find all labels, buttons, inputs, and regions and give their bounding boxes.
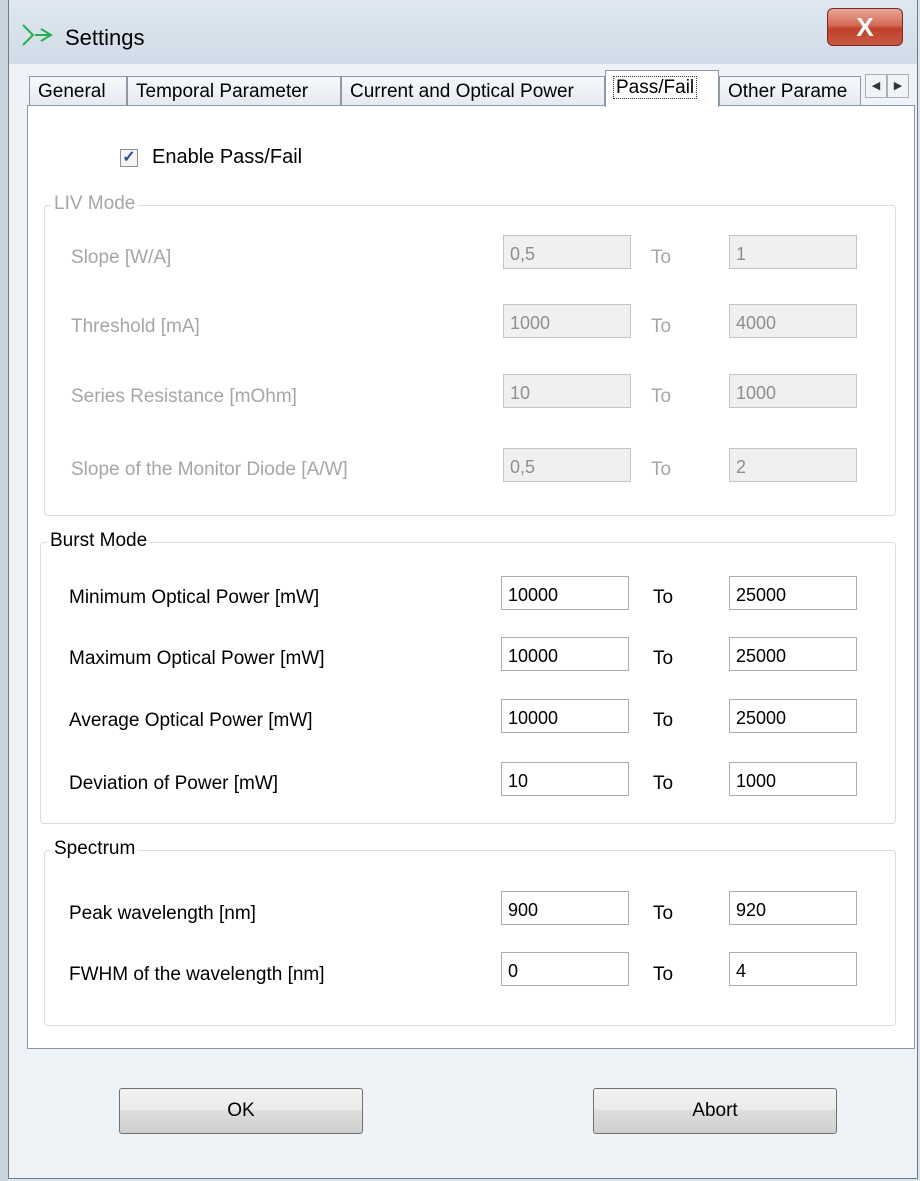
window-title: Settings [65,25,145,50]
enable-pass-fail-checkbox[interactable]: ✓ [120,149,138,167]
power-deviation-label: Deviation of Power [mW] [69,773,279,794]
power-deviation-to-input[interactable] [729,762,857,796]
spectrum-group: Spectrum Peak wavelength [nm] To FWHM of… [44,838,896,1026]
burst-mode-title: Burst Mode [47,530,151,552]
tab-pass-fail[interactable]: Pass/Fail [605,70,719,107]
settings-dialog: Settings X General Temporal Parameter Cu… [8,0,918,1179]
tab-label: General [38,81,106,102]
slope-label: Slope [W/A] [71,247,172,268]
tab-current-optical-power[interactable]: Current and Optical Power [341,76,605,106]
to-label: To [651,459,672,480]
tab-strip: General Temporal Parameter Current and O… [29,70,919,107]
ok-button[interactable]: OK [119,1088,363,1134]
fwhm-label: FWHM of the wavelength [nm] [69,964,325,985]
liv-mode-title: LIV Mode [51,193,139,215]
chevron-right-icon: ▶ [893,80,903,92]
monitor-diode-slope-from-input[interactable] [503,448,631,482]
slope-from-input[interactable] [503,235,631,269]
to-label: To [651,316,672,337]
to-label: To [651,247,672,268]
min-optical-power-to-input[interactable] [729,576,857,610]
tab-scroll-left-button[interactable]: ◀ [865,74,887,98]
peak-wavelength-to-input[interactable] [729,891,857,925]
slope-to-input[interactable] [729,235,857,269]
monitor-diode-slope-label: Slope of the Monitor Diode [A/W] [71,459,348,480]
max-optical-power-label: Maximum Optical Power [mW] [69,648,325,669]
burst-mode-group: Burst Mode Minimum Optical Power [mW] To… [40,530,896,824]
threshold-label: Threshold [mA] [71,316,200,337]
chevron-left-icon: ◀ [871,80,881,92]
tab-temporal-parameter[interactable]: Temporal Parameter [127,76,341,106]
checkmark-icon: ✓ [122,149,136,166]
tab-label: Other Parame [728,81,848,102]
tab-label: Current and Optical Power [350,81,574,102]
to-label: To [653,773,674,794]
tab-label: Pass/Fail [612,76,698,99]
max-optical-power-to-input[interactable] [729,637,857,671]
tab-general[interactable]: General [29,76,127,106]
spectrum-title: Spectrum [51,838,139,860]
to-label: To [651,386,672,407]
title-bar[interactable]: Settings X [9,0,917,64]
liv-mode-group: LIV Mode Slope [W/A] To Threshold [mA] T… [44,193,896,516]
peak-wavelength-label: Peak wavelength [nm] [69,903,256,924]
to-label: To [653,903,674,924]
background-strip [0,0,8,1181]
series-resistance-from-input[interactable] [503,374,631,408]
threshold-to-input[interactable] [729,304,857,338]
settings-app-icon [22,24,53,46]
tab-label: Temporal Parameter [136,81,309,102]
to-label: To [653,710,674,731]
min-optical-power-from-input[interactable] [501,576,629,610]
to-label: To [653,964,674,985]
min-optical-power-label: Minimum Optical Power [mW] [69,587,320,608]
to-label: To [653,587,674,608]
abort-button[interactable]: Abort [593,1088,837,1134]
tab-scroll-right-button[interactable]: ▶ [887,74,909,98]
fwhm-from-input[interactable] [501,952,629,986]
max-optical-power-from-input[interactable] [501,637,629,671]
series-resistance-to-input[interactable] [729,374,857,408]
threshold-from-input[interactable] [503,304,631,338]
close-button[interactable]: X [827,8,903,46]
avg-optical-power-from-input[interactable] [501,699,629,733]
peak-wavelength-from-input[interactable] [501,891,629,925]
monitor-diode-slope-to-input[interactable] [729,448,857,482]
enable-pass-fail-label[interactable]: Enable Pass/Fail [152,146,302,169]
series-resistance-label: Series Resistance [mOhm] [71,386,297,407]
fwhm-to-input[interactable] [729,952,857,986]
to-label: To [653,648,674,669]
tab-other-parameters[interactable]: Other Parame [719,76,861,106]
avg-optical-power-to-input[interactable] [729,699,857,733]
pass-fail-panel: ✓ Enable Pass/Fail LIV Mode Slope [W/A] … [27,105,915,1049]
avg-optical-power-label: Average Optical Power [mW] [69,710,313,731]
close-icon: X [856,12,874,42]
power-deviation-from-input[interactable] [501,762,629,796]
